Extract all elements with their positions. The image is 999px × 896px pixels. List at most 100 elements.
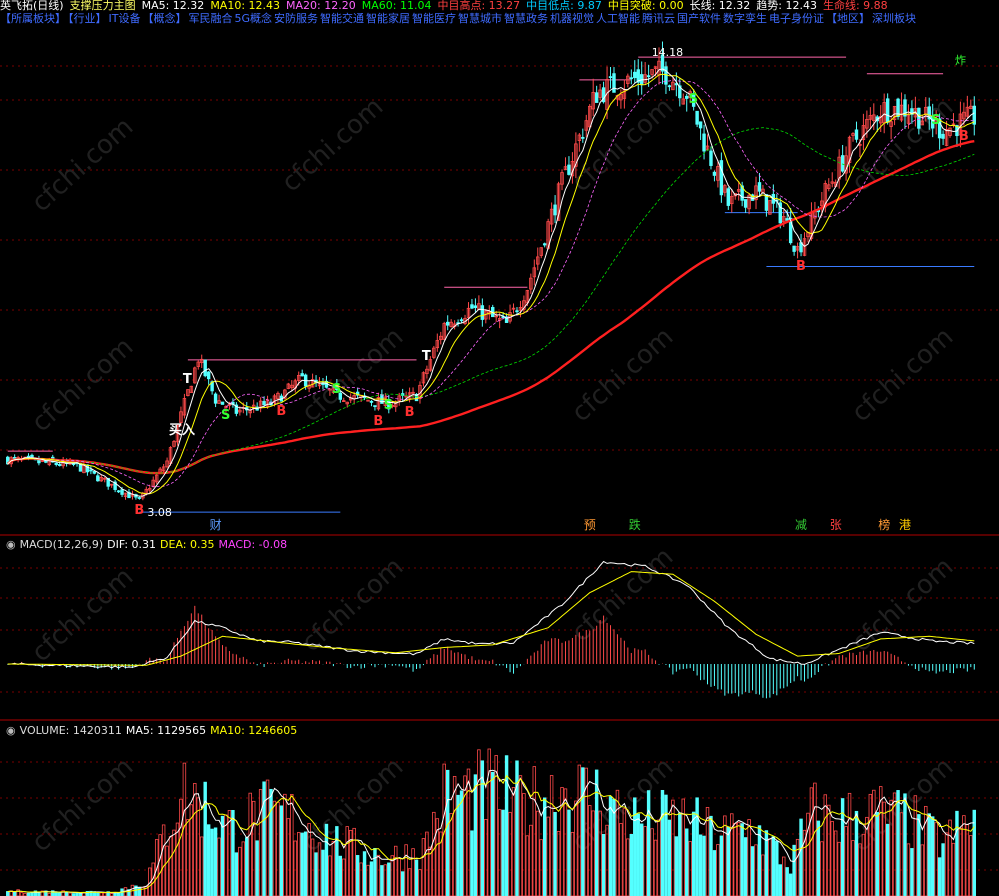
volume-bar — [570, 831, 575, 896]
volume-bar — [303, 831, 308, 896]
concept-tag[interactable]: 机器视觉 — [550, 12, 594, 25]
concept-tag[interactable]: 【所属板块】 — [0, 12, 66, 25]
concept-tag[interactable]: 深圳板块 — [872, 12, 916, 25]
volume-bar — [740, 823, 744, 896]
candle-body — [695, 110, 699, 125]
volume-bar — [175, 822, 180, 896]
volume-bar — [307, 823, 311, 896]
life-line — [6, 140, 975, 475]
candle-body — [12, 457, 17, 459]
concept-tag[interactable]: 5G概念 — [234, 12, 272, 25]
concept-tag[interactable]: 【概念】 — [142, 12, 186, 25]
volume-bar — [601, 833, 606, 896]
volume-bar — [605, 824, 609, 896]
signal-marker: T — [421, 348, 431, 364]
volume-ma10-value: MA10: 1246605 — [210, 724, 298, 737]
header-item: 中目高点: 13.27 — [437, 0, 521, 12]
concept-tag[interactable]: IT设备 — [109, 12, 141, 25]
candle-body — [542, 243, 547, 246]
volume-bar — [283, 793, 287, 896]
volume-bar — [6, 891, 10, 896]
concept-tag[interactable]: 安防服务 — [274, 12, 318, 25]
volume-bar — [563, 788, 568, 896]
volume-bar — [241, 841, 246, 896]
volume-bar — [657, 819, 661, 896]
volume-bar — [262, 781, 266, 896]
candle-body — [757, 182, 762, 192]
concept-tag[interactable]: 国产软件 — [677, 12, 721, 25]
volume-bar — [951, 842, 956, 896]
volume-bar — [937, 857, 942, 896]
volume-bar — [484, 819, 488, 896]
concept-tag[interactable]: 人工智能 — [596, 12, 640, 25]
volume-bar — [567, 809, 571, 896]
macd-title[interactable]: MACD(12,26,9) — [20, 538, 104, 551]
concept-tag[interactable]: 智能交通 — [320, 12, 364, 25]
volume-bar — [816, 820, 821, 896]
volume-bar — [12, 891, 17, 896]
volume-bar — [646, 790, 651, 896]
collapse-icon[interactable]: ◉ — [6, 538, 16, 551]
volume-bar — [158, 834, 162, 896]
volume-bar — [712, 850, 717, 896]
volume-bar — [515, 760, 519, 896]
volume-bar — [608, 796, 613, 896]
volume-bar — [213, 827, 218, 896]
volume-bar — [383, 864, 388, 896]
volume-bar — [875, 811, 879, 896]
concept-tag[interactable]: 【地区】 — [826, 12, 870, 25]
volume-bar — [636, 813, 640, 896]
volume-bar — [491, 771, 495, 896]
volume-bar — [172, 829, 176, 896]
concept-tag[interactable]: 腾讯云 — [642, 12, 675, 25]
volume-bar — [553, 811, 557, 896]
volume-bar — [421, 838, 426, 896]
concept-tag[interactable]: 智能医疗 — [412, 12, 456, 25]
signal-marker: S — [383, 397, 394, 413]
event-marker: 财 — [209, 518, 222, 532]
volume-bar — [546, 816, 550, 896]
concept-tag[interactable]: 智慧城市 — [458, 12, 502, 25]
candle-body — [785, 218, 789, 221]
volume-bar — [698, 834, 703, 896]
volume-bar — [418, 869, 422, 896]
signal-marker: S — [688, 92, 699, 108]
volume-bar — [279, 805, 284, 896]
candle-body — [37, 459, 41, 464]
header-item: 趋势: 12.43 — [756, 0, 817, 12]
candle-body — [120, 489, 124, 495]
volume-bar — [511, 787, 516, 896]
volume-bar — [813, 782, 817, 896]
volume-bar — [168, 836, 173, 896]
candle-body — [698, 121, 703, 129]
volume-bar — [792, 844, 796, 896]
volume-bar — [889, 799, 893, 896]
candle-body — [262, 401, 266, 406]
volume-bar — [19, 892, 24, 896]
volume-bar — [466, 768, 471, 896]
header-item: 中目突破: 0.00 — [607, 0, 684, 12]
concept-tag[interactable]: 数字孪生 — [723, 12, 767, 25]
volume-title[interactable]: VOLUME: 1420311 — [20, 724, 122, 737]
volume-bar — [193, 783, 197, 896]
volume-bar — [345, 826, 349, 896]
concept-tag[interactable]: 军民融合 — [188, 12, 232, 25]
candle-body — [92, 471, 97, 474]
collapse-icon[interactable]: ◉ — [6, 724, 16, 737]
candle-body — [553, 204, 557, 216]
ma5-line — [7, 68, 975, 497]
volume-bar — [594, 769, 599, 896]
signal-marker: B — [134, 502, 145, 518]
concept-tag[interactable]: 【行业】 — [68, 12, 107, 25]
concept-tag[interactable]: 电子身份证 — [769, 12, 824, 25]
volume-bar — [342, 858, 346, 896]
header-item: MA5: 12.32 — [141, 0, 205, 12]
volume-bar — [456, 794, 460, 896]
chart-canvas[interactable] — [0, 0, 999, 896]
concept-tag[interactable]: 智慧政务 — [504, 12, 548, 25]
price-high-label: 14.18 — [651, 45, 684, 59]
volume-bar — [390, 855, 394, 896]
volume-bar — [556, 831, 561, 896]
volume-bar — [321, 849, 325, 896]
concept-tag[interactable]: 智能家居 — [366, 12, 410, 25]
